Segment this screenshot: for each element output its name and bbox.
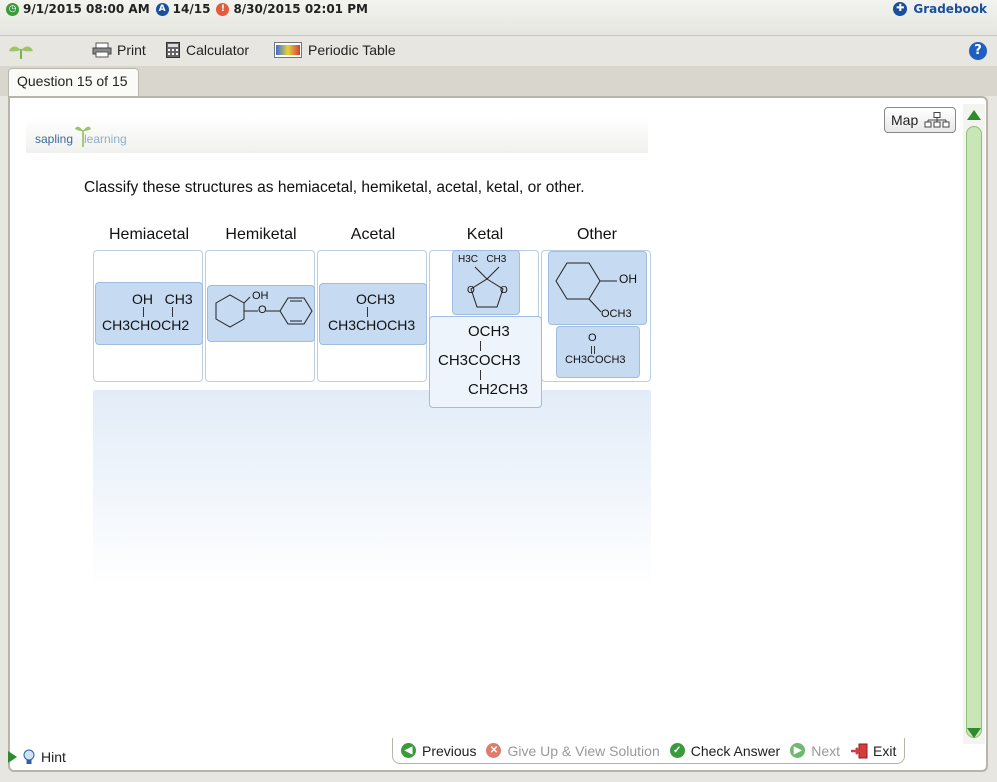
lightbulb-icon xyxy=(23,749,35,764)
scroll-down-arrow-icon[interactable] xyxy=(967,728,981,738)
category-label-hemiacetal: Hemiacetal xyxy=(108,226,190,243)
category-label-hemiketal: Hemiketal xyxy=(225,226,297,243)
question-nav: ◀ Previous ✕ Give Up & View Solution ✓ C… xyxy=(392,738,906,764)
ring-oxygen-label: O xyxy=(467,285,475,296)
cyclohexane-structure-icon xyxy=(555,262,617,313)
structure-card-other-ester[interactable]: O CH3COCH3 xyxy=(556,326,640,378)
bond-line xyxy=(480,370,481,380)
start-time: ◷ 9/1/2015 08:00 AM xyxy=(6,2,150,16)
structure-card-acetal[interactable]: OCH3 CH3CHOCH3 xyxy=(319,283,427,345)
ring-oxygen-label: O xyxy=(500,285,508,296)
tab-bar: Question 15 of 15 xyxy=(0,66,997,96)
previous-button[interactable]: ◀ Previous xyxy=(401,743,476,759)
give-up-x-icon: ✕ xyxy=(486,743,502,758)
score-icon: A xyxy=(155,2,169,16)
periodic-table-icon xyxy=(274,42,302,58)
calculator-icon xyxy=(166,42,180,58)
previous-arrow-icon: ◀ xyxy=(401,743,416,758)
category-label-acetal: Acetal xyxy=(350,226,396,243)
bond-line xyxy=(143,307,144,317)
score: A 14/15 xyxy=(155,2,210,16)
bond-line xyxy=(172,307,173,317)
printer-icon xyxy=(92,42,112,58)
hint-button[interactable]: Hint xyxy=(8,749,66,765)
gradebook-icon: ✚ xyxy=(893,2,908,16)
sitemap-icon xyxy=(924,112,950,128)
next-arrow-icon: ▶ xyxy=(790,743,806,758)
structure-card-ketal-ring[interactable]: H3C CH3 O O xyxy=(452,250,520,315)
category-label-other: Other xyxy=(576,226,617,243)
periodic-table-button[interactable]: Periodic Table xyxy=(274,42,396,58)
structure-card-other-ring[interactable]: OH OCH3 xyxy=(548,251,647,325)
exit-button[interactable]: Exit xyxy=(850,743,896,759)
map-button[interactable]: Map xyxy=(884,107,956,133)
status-line: ◷ 9/1/2015 08:00 AM A 14/15 ! 8/30/2015 … xyxy=(0,0,997,18)
tab-question[interactable]: Question 15 of 15 xyxy=(8,68,139,96)
checkmark-icon: ✓ xyxy=(669,743,685,758)
category-label-ketal: Ketal xyxy=(466,226,504,243)
print-button[interactable]: Print xyxy=(92,42,146,58)
expand-arrow-icon xyxy=(8,751,17,763)
help-icon[interactable]: ? xyxy=(969,42,987,60)
alarm-icon: ! xyxy=(216,2,230,16)
clock-icon: ◷ xyxy=(6,2,19,16)
sapling-logo: sapling learning xyxy=(26,118,648,153)
scrollbar[interactable] xyxy=(963,104,985,744)
bond-line xyxy=(367,307,368,317)
dioxolane-structure-icon xyxy=(470,266,504,308)
structure-card-ketal-chain[interactable]: OCH3 CH3COCH3 CH2CH3 xyxy=(429,316,542,408)
double-bond-line xyxy=(591,346,595,354)
give-up-button[interactable]: ✕ Give Up & View Solution xyxy=(486,743,660,759)
sapling-leaf-icon xyxy=(9,46,33,59)
answer-pool[interactable] xyxy=(93,390,651,586)
structure-card-hemiacetal[interactable]: OH CH3 CH3CHOCH2 xyxy=(95,282,203,345)
check-answer-button[interactable]: ✓ Check Answer xyxy=(669,743,780,759)
structure-card-hemiketal[interactable]: OH O xyxy=(207,285,315,342)
top-bar: ◷ 9/1/2015 08:00 AM A 14/15 ! 8/30/2015 … xyxy=(0,0,997,36)
exit-door-icon xyxy=(851,743,868,758)
gradebook-link[interactable]: ✚ Gradebook xyxy=(893,2,987,16)
scroll-up-arrow-icon[interactable] xyxy=(967,110,981,120)
bond-line xyxy=(480,341,481,351)
question-prompt: Classify these structures as hemiacetal,… xyxy=(84,179,585,196)
calculator-button[interactable]: Calculator xyxy=(166,42,249,58)
scrollbar-thumb[interactable] xyxy=(966,126,982,738)
next-button[interactable]: ▶ Next xyxy=(790,743,840,759)
due-time: ! 8/30/2015 02:01 PM xyxy=(216,2,368,16)
toolbar: Print Calculator Periodic Table xyxy=(0,38,997,62)
